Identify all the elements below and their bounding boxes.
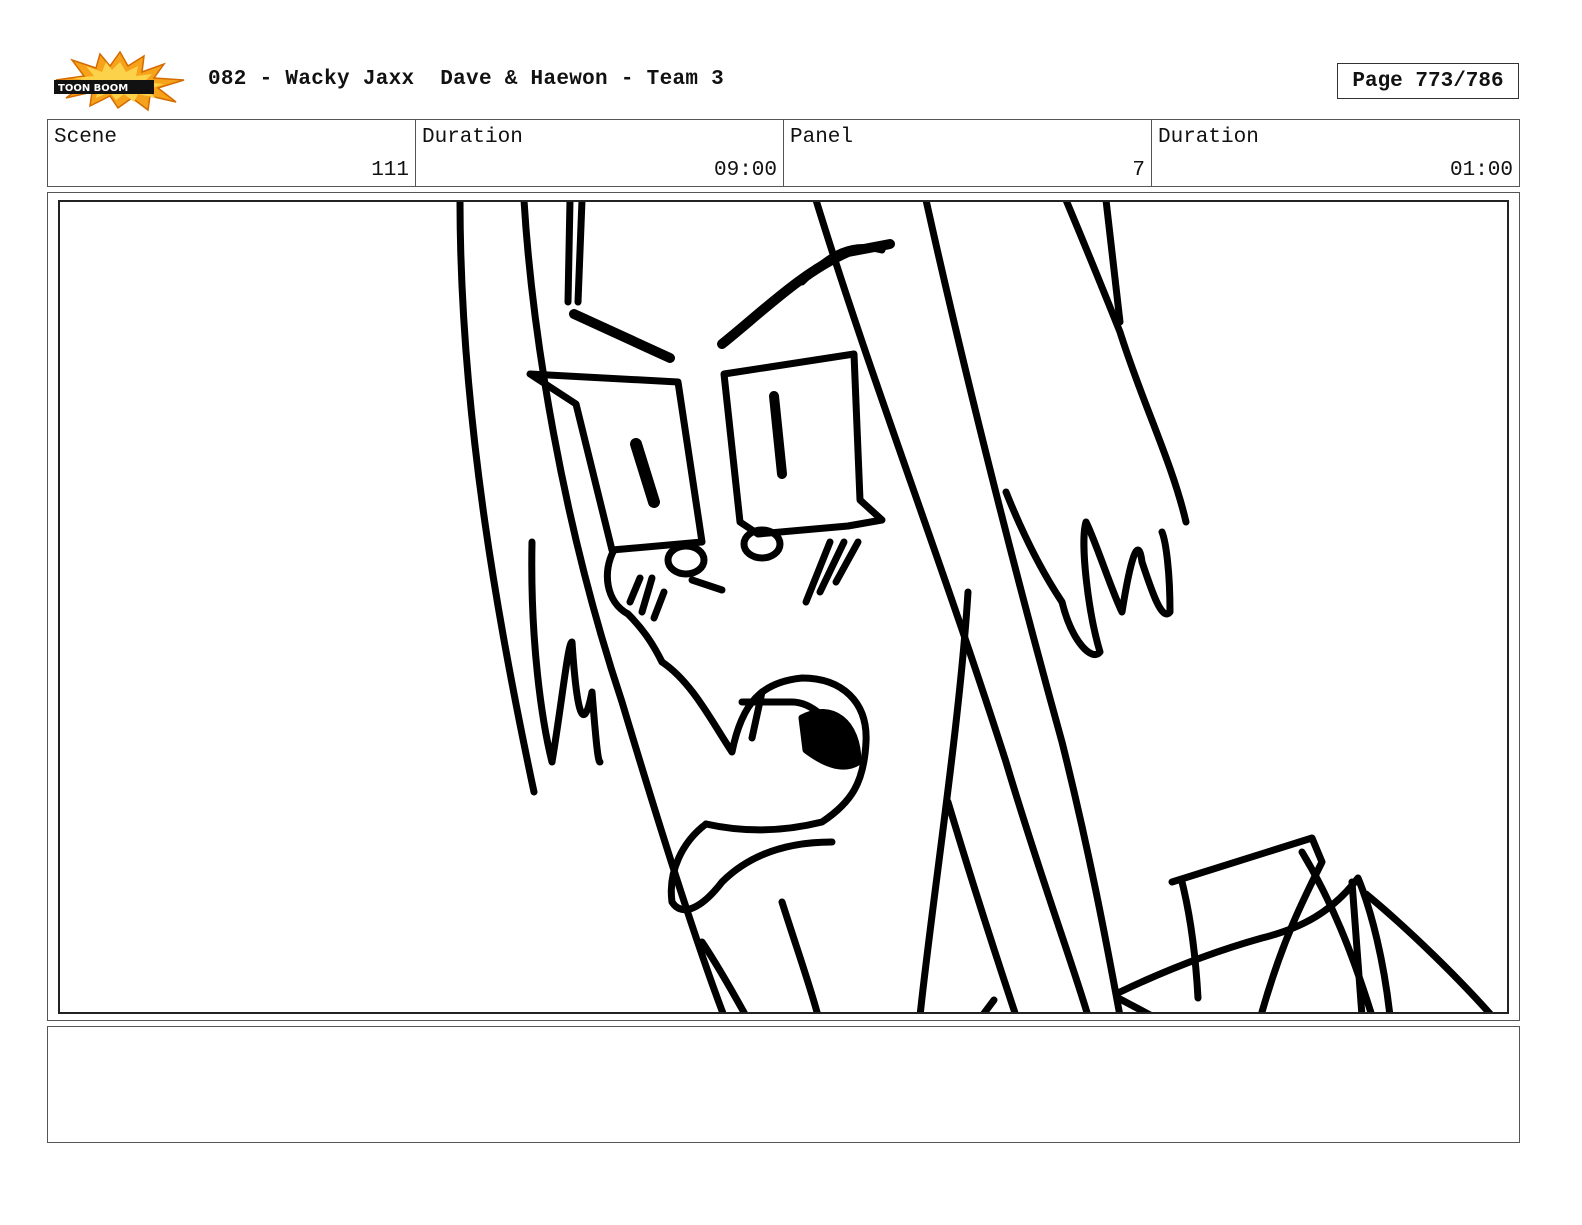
panel-duration-label: Duration — [1158, 126, 1259, 149]
scene-cell: Scene 111 — [48, 120, 416, 186]
page-counter-label: Page 773/786 — [1352, 69, 1504, 93]
scene-duration-value: 09:00 — [713, 159, 777, 182]
storyboard-sketch — [456, 202, 1494, 1012]
panel-value: 7 — [1132, 159, 1145, 182]
panel-duration-value: 01:00 — [1449, 159, 1513, 182]
scene-label: Scene — [54, 126, 118, 149]
panel-image — [58, 200, 1509, 1014]
scene-value: 111 — [371, 159, 409, 182]
toon-boom-logo: TOON BOOM — [52, 50, 188, 112]
document-title: 082 - Wacky Jaxx Dave & Haewon - Team 3 — [208, 68, 725, 91]
panel-notes — [47, 1026, 1520, 1143]
panel-label: Panel — [790, 126, 854, 149]
page-counter: Page 773/786 — [1337, 63, 1519, 99]
scene-duration-cell: Duration 09:00 — [416, 120, 784, 186]
scene-info-table: Scene 111 Duration 09:00 Panel 7 Duratio… — [47, 119, 1520, 187]
panel-cell: Panel 7 — [784, 120, 1152, 186]
scene-duration-label: Duration — [422, 126, 523, 149]
panel-duration-cell: Duration 01:00 — [1152, 120, 1519, 186]
logo-wordmark: TOON BOOM — [58, 83, 128, 94]
